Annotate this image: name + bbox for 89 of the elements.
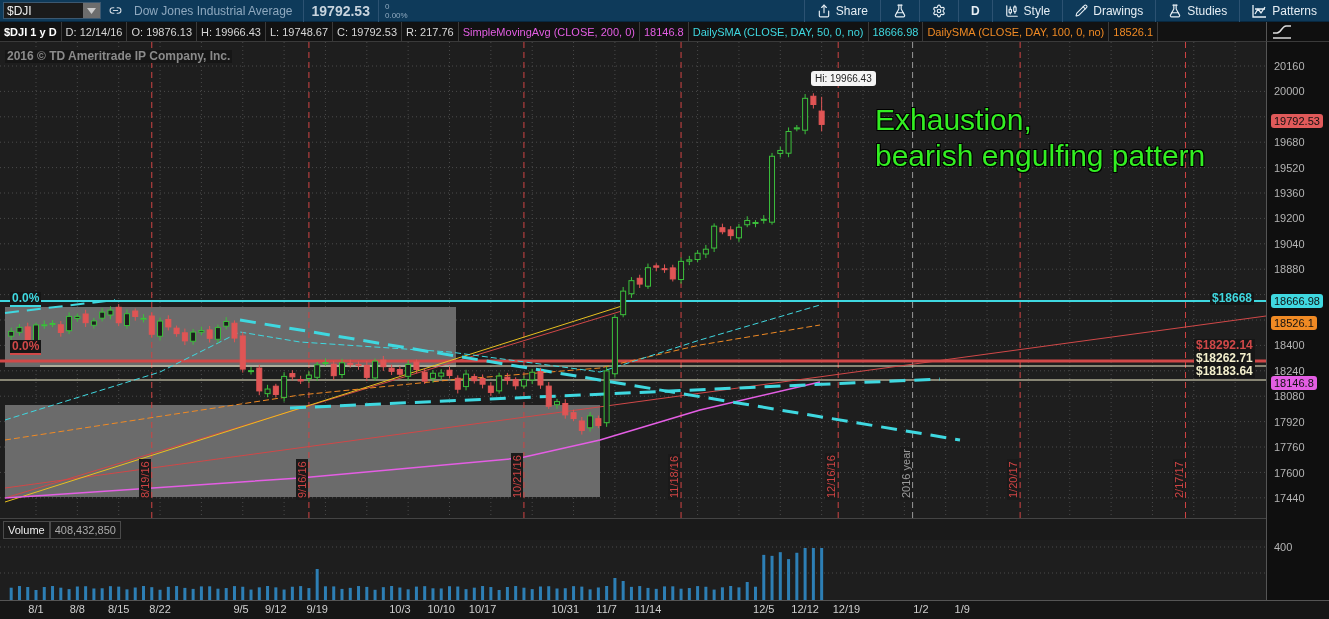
price-tick: 19360 <box>1274 187 1305 199</box>
candlestick-icon <box>1004 3 1019 18</box>
date-tick: 10/31 <box>551 603 580 615</box>
date-tick: 11/7 <box>596 603 617 615</box>
date-tick: 10/17 <box>468 603 497 615</box>
date-tick: 1/2 <box>913 603 929 615</box>
ohlc-value: L: 19748.67 <box>265 22 334 41</box>
price-tick: 17440 <box>1274 492 1305 504</box>
date-tick: 1/9 <box>954 603 970 615</box>
curve-scale-icon[interactable] <box>1271 24 1293 40</box>
study-name: DailySMA (CLOSE, DAY, 100, 0, no) <box>923 22 1110 41</box>
price-badge: 19792.53 <box>1271 114 1323 128</box>
date-tick: 8/8 <box>69 603 85 615</box>
style-button[interactable]: Style <box>991 0 1063 22</box>
settings-icon <box>931 3 946 18</box>
price-badge: 18526.1 <box>1271 316 1317 330</box>
flask-icon <box>1168 3 1183 18</box>
price-badge: 18666.98 <box>1271 294 1323 308</box>
date-tick: 11/14 <box>634 603 662 615</box>
date-tick: 8/1 <box>28 603 44 615</box>
fibonacci-label: 0.0% <box>10 340 42 356</box>
flask-icon <box>892 3 907 18</box>
patterns-button[interactable]: Patterns <box>1239 0 1329 22</box>
pencil-icon <box>1075 4 1089 17</box>
volume-title: Volume <box>3 520 50 539</box>
percent-change: 0.00% <box>384 10 408 20</box>
pencil-button[interactable]: Drawings <box>1062 0 1156 22</box>
price-tick: 19200 <box>1274 212 1305 224</box>
copyright-text: 2016 © TD Ameritrade IP Company, Inc. <box>5 50 233 64</box>
price-level-label: $18668 <box>1210 292 1255 306</box>
date-tick: 9/12 <box>265 603 287 615</box>
price-tick: 19520 <box>1274 162 1305 174</box>
fibonacci-label: 0.0% <box>10 292 42 308</box>
ohlc-value: R: 217.76 <box>402 22 459 41</box>
date-tick: 10/10 <box>427 603 455 615</box>
date-marker-label: 11/18/16 <box>668 454 681 500</box>
ohlc-value: H: 19966.43 <box>197 22 266 41</box>
volume-tick: 400 <box>1274 541 1293 553</box>
high-price-callout: Hi: 19966.43 <box>811 71 876 86</box>
price-tick: 18880 <box>1274 263 1305 275</box>
symbol-field[interactable]: $DJI <box>3 2 101 19</box>
date-marker-label: 12/16/16 <box>825 453 838 500</box>
price-level-label: $18292.14 <box>1194 339 1255 353</box>
date-tick: 12/12 <box>791 603 819 615</box>
study-value: 18526.1 <box>1109 22 1159 41</box>
caret-icon <box>87 7 96 14</box>
pattern-chart-icon <box>1252 3 1268 18</box>
price-change: 0 <box>384 1 391 11</box>
price-tick: 19680 <box>1274 136 1305 148</box>
date-tick: 9/19 <box>306 603 328 615</box>
flask-button[interactable]: Studies <box>1155 0 1240 22</box>
chart-title: $DJI 1 y D <box>0 22 62 41</box>
ohlc-value: O: 19876.13 <box>127 22 198 41</box>
date-marker-label: 1/20/17 <box>1007 459 1020 500</box>
date-tick: 9/5 <box>233 603 249 615</box>
dropdown-button[interactable] <box>83 3 100 18</box>
study-value: 18146.8 <box>639 22 689 41</box>
volume-value: 408,432,850 <box>49 520 121 539</box>
study-name: DailySMA (CLOSE, DAY, 50, 0, no) <box>688 22 869 41</box>
date-tick: 12/19 <box>832 603 861 615</box>
price-tick: 19040 <box>1274 238 1305 250</box>
price-level-label: $18262.71 <box>1194 352 1255 366</box>
aggregation-button[interactable]: D <box>957 0 992 22</box>
study-name: SimpleMovingAvg (CLOSE, 200, 0) <box>458 22 640 41</box>
price-tick: 20000 <box>1274 85 1305 97</box>
date-tick: 8/22 <box>149 603 171 615</box>
date-marker-label: 2/17/17 <box>1172 459 1185 500</box>
share-icon <box>816 3 831 18</box>
ohlc-value: C: 19792.53 <box>333 22 403 41</box>
price-tick: 18240 <box>1274 365 1305 377</box>
price-badge: 18146.8 <box>1271 376 1317 390</box>
share-button[interactable]: Share <box>803 0 880 22</box>
date-tick: 10/3 <box>389 603 411 615</box>
price-tick: 17760 <box>1274 441 1305 453</box>
link-icon[interactable] <box>109 4 122 17</box>
date-tick: 8/15 <box>108 603 130 615</box>
price-tick: 17600 <box>1274 467 1305 479</box>
ohlc-value: D: 12/14/16 <box>61 22 128 41</box>
price-tick: 18400 <box>1274 339 1305 351</box>
annotation-text: Exhaustion, bearish engulfing pattern <box>875 102 1206 174</box>
price-tick: 18080 <box>1274 390 1305 402</box>
study-value: 18666.98 <box>868 22 924 41</box>
symbol-description: Dow Jones Industrial Average <box>134 0 304 22</box>
date-tick: 12/5 <box>753 603 775 615</box>
date-marker-label: 2016 year <box>899 447 912 500</box>
price-tick: 20160 <box>1274 60 1305 72</box>
price-level-label: $18183.64 <box>1194 365 1255 379</box>
last-price: 19792.53 <box>303 0 379 22</box>
price-tick: 17920 <box>1274 416 1305 428</box>
